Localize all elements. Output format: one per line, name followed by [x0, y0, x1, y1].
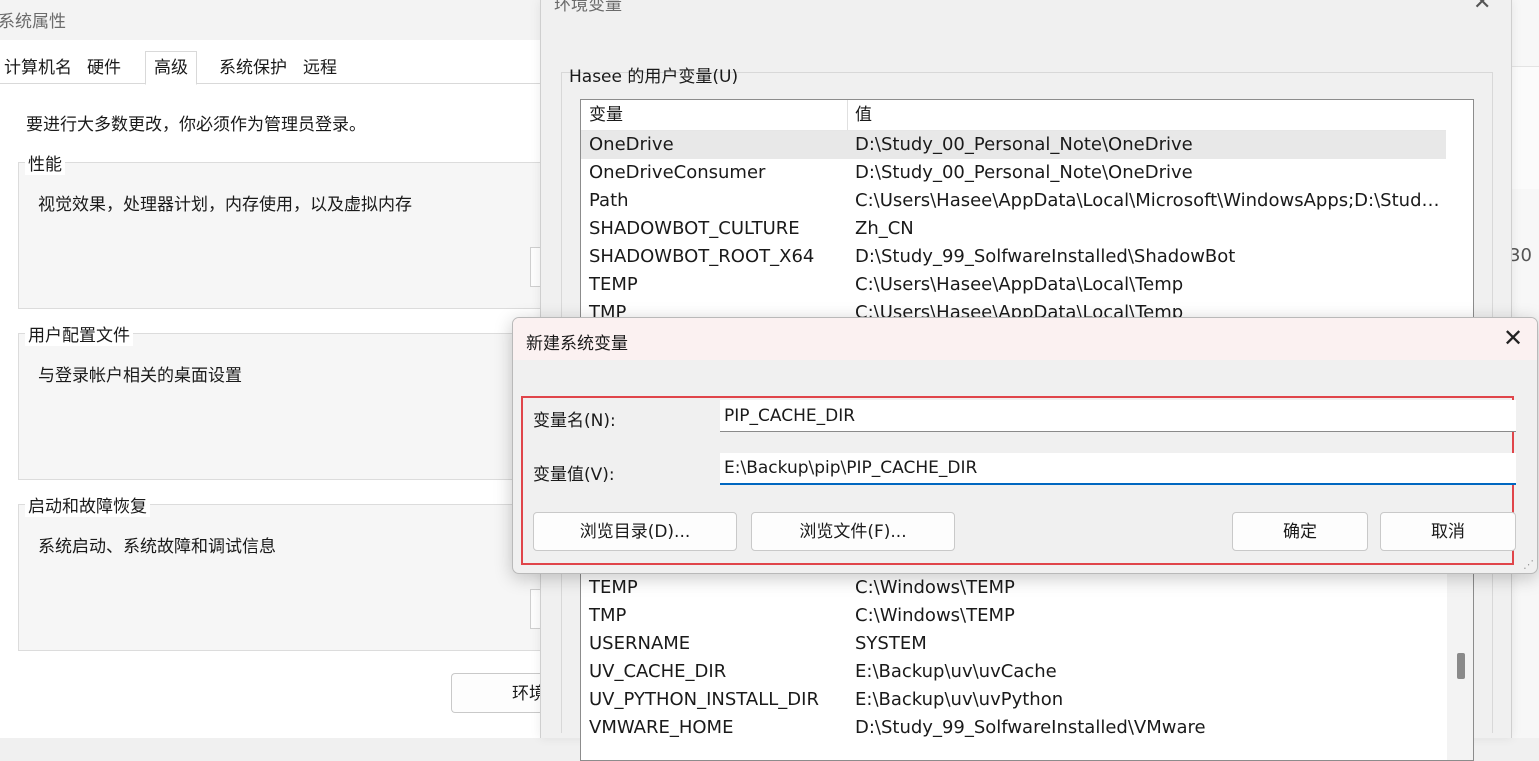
admin-notice: 要进行大多数更改，你必须作为管理员登录。 — [26, 115, 366, 135]
table-row[interactable]: Path C:\Users\Hasee\AppData\Local\Micros… — [581, 187, 1446, 215]
variable-value: C:\Users\Hasee\AppData\Local\Microsoft\W… — [855, 190, 1443, 211]
variable-name: UV_PYTHON_INSTALL_DIR — [589, 689, 819, 710]
performance-group-label: 性能 — [25, 150, 65, 175]
variable-name-input[interactable] — [720, 400, 1516, 432]
table-row[interactable]: OneDrive D:\Study_00_Personal_Note\OneDr… — [581, 131, 1446, 159]
performance-group: 性能 视觉效果，处理器计划，内存使用，以及虚拟内存 — [18, 150, 559, 309]
tab-system-protection[interactable]: 系统保护 — [215, 52, 291, 82]
browse-directory-button[interactable]: 浏览目录(D)... — [533, 512, 737, 551]
environment-variables-button[interactable]: 环境 — [451, 673, 545, 713]
close-icon[interactable]: ✕ — [1499, 323, 1527, 353]
variable-value: D:\Study_00_Personal_Note\OneDrive — [855, 162, 1193, 183]
variable-value: E:\Backup\uv\uvPython — [855, 689, 1064, 710]
table-row[interactable]: TEMP C:\Users\Hasee\AppData\Local\Temp — [581, 271, 1446, 299]
variable-name-label: 变量名(N): — [533, 411, 616, 431]
variable-value: C:\Windows\TEMP — [855, 577, 1015, 598]
performance-description: 视觉效果，处理器计划，内存使用，以及虚拟内存 — [38, 195, 412, 215]
list-header: 变量 值 — [581, 100, 1446, 131]
table-row[interactable]: SHADOWBOT_ROOT_X64 D:\Study_99_SolfwareI… — [581, 243, 1446, 271]
variable-name: SHADOWBOT_CULTURE — [589, 218, 800, 239]
variable-value: D:\Study_99_SolfwareInstalled\ShadowBot — [855, 246, 1236, 267]
user-variables-label: Hasee 的用户变量(U) — [569, 67, 739, 87]
table-row[interactable]: SHADOWBOT_CULTURE Zh_CN — [581, 215, 1446, 243]
user-profiles-group-label: 用户配置文件 — [25, 321, 133, 346]
variable-name: Path — [589, 190, 629, 211]
user-profiles-group: 用户配置文件 与登录帐户相关的桌面设置 — [18, 321, 559, 480]
ok-button[interactable]: 确定 — [1232, 512, 1368, 551]
background-panel — [1510, 66, 1539, 189]
variable-name: USERNAME — [589, 633, 691, 654]
variable-value-input[interactable] — [720, 453, 1516, 485]
system-variables-list[interactable]: TEMP C:\Windows\TEMP TMP C:\Windows\TEMP… — [580, 560, 1474, 761]
column-divider[interactable] — [847, 100, 848, 130]
tab-advanced[interactable]: 高级 — [145, 51, 197, 85]
variable-value-label: 变量值(V): — [533, 465, 615, 485]
variable-value: C:\Windows\TEMP — [855, 605, 1015, 626]
user-variables-list[interactable]: 变量 值 OneDrive D:\Study_00_Personal_Note\… — [580, 99, 1474, 331]
dialog-title: 新建系统变量 — [526, 334, 628, 354]
scrollbar-thumb[interactable] — [1457, 653, 1465, 679]
cancel-button[interactable]: 取消 — [1380, 512, 1516, 551]
startup-recovery-group: 启动和故障恢复 系统启动、系统故障和调试信息 — [18, 492, 559, 651]
variable-name: SHADOWBOT_ROOT_X64 — [589, 246, 815, 267]
column-header-name[interactable]: 变量 — [589, 100, 623, 130]
system-properties-window: 系统属性 计算机名 硬件 高级 系统保护 远程 要进行大多数更改，你必须作为管理… — [0, 0, 559, 738]
vertical-scrollbar[interactable] — [1447, 560, 1473, 760]
system-properties-titlebar — [0, 0, 545, 40]
tab-strip: 计算机名 硬件 高级 系统保护 远程 — [0, 51, 545, 85]
table-row[interactable]: TMP C:\Windows\TEMP — [581, 602, 1446, 630]
browse-file-button[interactable]: 浏览文件(F)... — [751, 512, 955, 551]
variable-value: C:\Users\Hasee\AppData\Local\Temp — [855, 274, 1184, 295]
tab-hardware[interactable]: 硬件 — [83, 52, 125, 82]
table-row[interactable]: UV_PYTHON_INSTALL_DIR E:\Backup\uv\uvPyt… — [581, 686, 1446, 714]
tab-computer-name[interactable]: 计算机名 — [0, 52, 76, 82]
table-row[interactable]: TEMP C:\Windows\TEMP — [581, 574, 1446, 602]
close-icon[interactable]: ✕ — [1473, 0, 1491, 15]
table-row[interactable]: USERNAME SYSTEM — [581, 630, 1446, 658]
startup-recovery-group-label: 启动和故障恢复 — [25, 492, 150, 517]
variable-value: SYSTEM — [855, 633, 927, 654]
table-row[interactable]: UV_CACHE_DIR E:\Backup\uv\uvCache — [581, 658, 1446, 686]
user-profiles-description: 与登录帐户相关的桌面设置 — [38, 366, 242, 386]
variable-name: OneDrive — [589, 134, 674, 155]
variable-name: TEMP — [589, 274, 638, 295]
column-header-value[interactable]: 值 — [855, 100, 872, 130]
new-system-variable-dialog: 新建系统变量 ✕ 变量名(N): 变量值(V): 浏览目录(D)... 浏览文件… — [512, 317, 1538, 574]
variable-name: TMP — [589, 605, 627, 626]
variable-name: OneDriveConsumer — [589, 162, 766, 183]
variable-value: Zh_CN — [855, 218, 914, 239]
variable-name: TEMP — [589, 577, 638, 598]
environment-variables-title: 环境变量 — [554, 0, 622, 15]
variable-value: E:\Backup\uv\uvCache — [855, 661, 1057, 682]
background-text-fragment: 30 ( — [1509, 245, 1539, 266]
variable-value: D:\Study_00_Personal_Note\OneDrive — [855, 134, 1193, 155]
system-properties-title: 系统属性 — [0, 12, 66, 32]
variable-name: UV_CACHE_DIR — [589, 661, 727, 682]
resize-grip-icon[interactable]: ⋰ — [1523, 558, 1534, 571]
dialog-titlebar — [513, 318, 1537, 360]
startup-recovery-description: 系统启动、系统故障和调试信息 — [38, 537, 276, 557]
table-row[interactable]: OneDriveConsumer D:\Study_00_Personal_No… — [581, 159, 1446, 187]
tab-remote[interactable]: 远程 — [299, 52, 341, 82]
